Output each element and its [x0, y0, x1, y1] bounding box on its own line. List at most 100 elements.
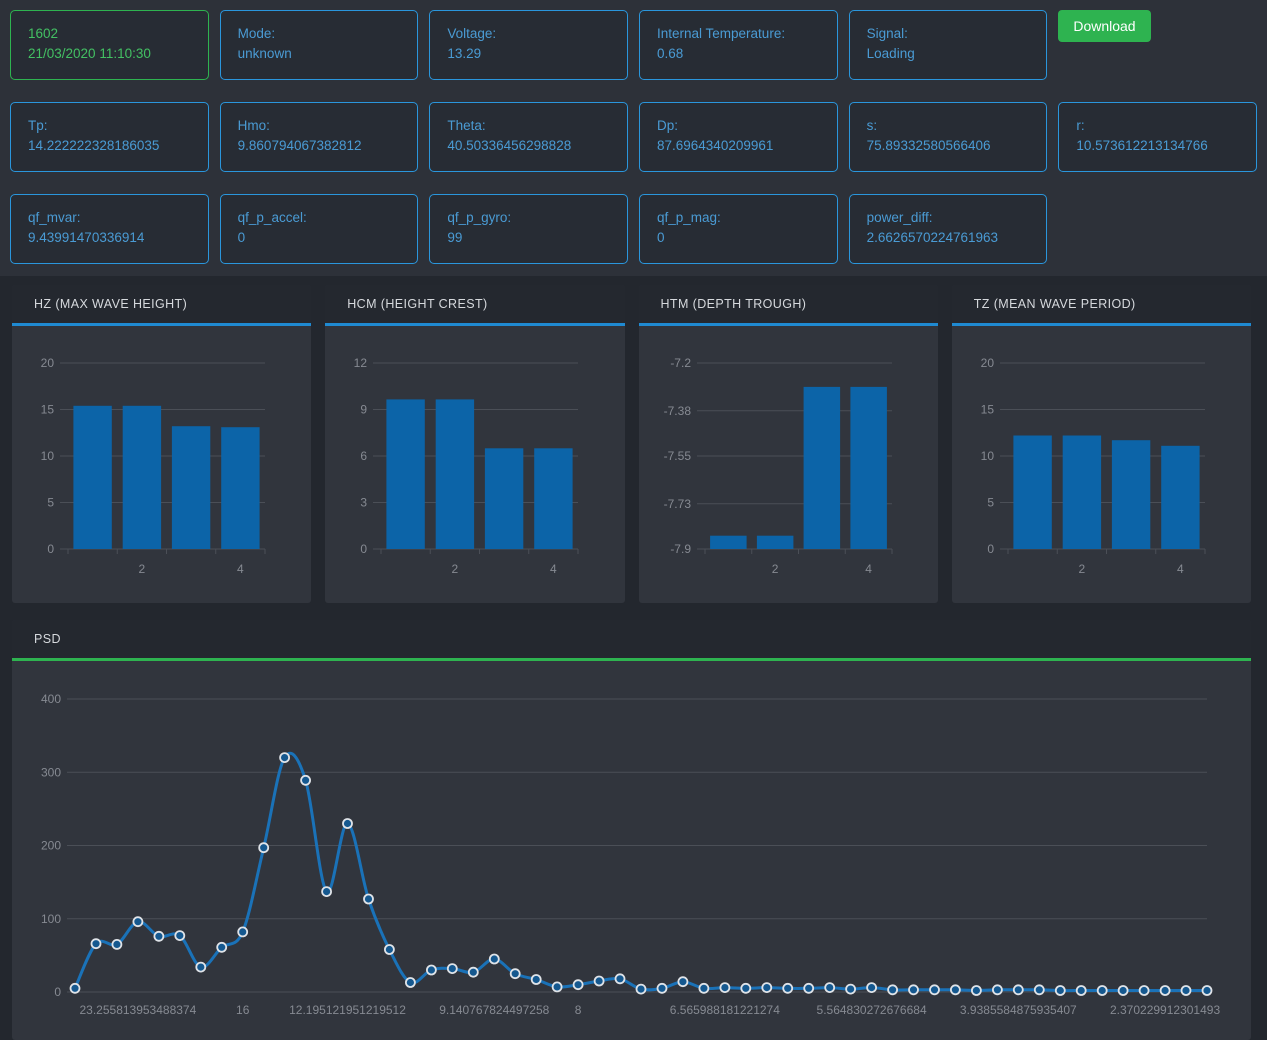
svg-text:2: 2: [771, 562, 778, 576]
svg-text:3: 3: [361, 496, 368, 510]
chart-hz-plot: 0 5 10 15 20 2 4: [12, 326, 311, 603]
svg-text:4: 4: [1177, 562, 1184, 576]
chart-tz-plot: 0 5 10 15 20 2 4: [952, 326, 1251, 603]
svg-text:-7.2: -7.2: [670, 356, 691, 370]
svg-text:10: 10: [41, 449, 55, 463]
metric-value: 2.6626570224761963: [867, 228, 1030, 248]
metric-card-r: r: 10.573612213134766: [1058, 102, 1257, 172]
svg-text:3.9385584875935407: 3.9385584875935407: [960, 1003, 1077, 1017]
svg-text:15: 15: [980, 403, 994, 417]
chart-title-hcm: HCM (HEIGHT CREST): [325, 285, 624, 326]
svg-text:9: 9: [361, 403, 368, 417]
metric-label: Voltage:: [447, 24, 610, 44]
chart-psd-plot: 010020030040023.2558139534883741612.1951…: [12, 661, 1251, 1040]
metric-label: qf_p_accel:: [238, 208, 401, 228]
metric-card-mode: Mode: unknown: [220, 10, 419, 80]
metric-label: s:: [867, 116, 1030, 136]
svg-text:4: 4: [865, 562, 872, 576]
station-timestamp: 21/03/2020 11:10:30: [28, 44, 191, 64]
metric-card-signal: Signal: Loading: [849, 10, 1048, 80]
chart-htm-plot: -7.9 -7.73 -7.55 -7.38 -7.2 2 4: [639, 326, 938, 603]
metric-value: 13.29: [447, 44, 610, 64]
svg-text:0: 0: [47, 542, 54, 556]
metric-card-theta: Theta: 40.50336456298828: [429, 102, 628, 172]
chart-card-psd: PSD 010020030040023.2558139534883741612.…: [12, 620, 1251, 1040]
svg-text:6: 6: [361, 449, 368, 463]
chart-title-psd: PSD: [12, 620, 1251, 661]
svg-text:5: 5: [987, 496, 994, 510]
station-id: 1602: [28, 24, 191, 44]
svg-text:12: 12: [354, 356, 368, 370]
metric-value: 87.6964340209961: [657, 136, 820, 156]
metrics-row-3: qf_mvar: 9.43991470336914 qf_p_accel: 0 …: [10, 194, 1257, 264]
metric-label: Dp:: [657, 116, 820, 136]
svg-text:300: 300: [41, 765, 61, 779]
svg-text:20: 20: [980, 356, 994, 370]
metrics-row-2: Tp: 14.222222328186035 Hmo: 9.8607940673…: [10, 102, 1257, 172]
bar-charts-row: HZ (MAX WAVE HEIGHT) 0510152024 HCM (HEI…: [12, 285, 1251, 603]
svg-text:-7.9: -7.9: [670, 542, 691, 556]
svg-text:16: 16: [236, 1003, 250, 1017]
chart-card-hcm: HCM (HEIGHT CREST) 0 3 6 9 12 2 4: [325, 285, 624, 603]
metric-card-voltage: Voltage: 13.29: [429, 10, 628, 80]
svg-text:15: 15: [41, 403, 55, 417]
chart-card-tz: TZ (MEAN WAVE PERIOD) 0510152024: [952, 285, 1251, 603]
chart-title-hz: HZ (MAX WAVE HEIGHT): [12, 285, 311, 326]
svg-text:0: 0: [54, 985, 61, 999]
metric-value: 99: [447, 228, 610, 248]
chart-title-htm: HTM (DEPTH TROUGH): [639, 285, 938, 326]
metric-card-s: s: 75.89332580566406: [849, 102, 1048, 172]
svg-text:100: 100: [41, 912, 61, 926]
metric-label: Tp:: [28, 116, 191, 136]
metric-value: 75.89332580566406: [867, 136, 1030, 156]
svg-text:0: 0: [361, 542, 368, 556]
metric-value: 0.68: [657, 44, 820, 64]
metric-card-power-diff: power_diff: 2.6626570224761963: [849, 194, 1048, 264]
chart-card-hz: HZ (MAX WAVE HEIGHT) 0 5 10 15 20 2 4: [12, 285, 311, 603]
download-button[interactable]: Download: [1058, 10, 1150, 42]
svg-text:20: 20: [41, 356, 55, 370]
svg-text:23.255813953488374: 23.255813953488374: [79, 1003, 196, 1017]
metric-label: Hmo:: [238, 116, 401, 136]
svg-text:4: 4: [550, 562, 557, 576]
svg-text:6.565988181221274: 6.565988181221274: [670, 1003, 780, 1017]
metric-card-qf-mvar: qf_mvar: 9.43991470336914: [10, 194, 209, 264]
metric-value: 9.43991470336914: [28, 228, 191, 248]
metric-card-qf-p-gyro: qf_p_gyro: 99: [429, 194, 628, 264]
svg-text:4: 4: [237, 562, 244, 576]
empty-cell: [1058, 194, 1257, 264]
metrics-panel: 1602 21/03/2020 11:10:30 Mode: unknown V…: [0, 0, 1267, 276]
metric-label: Signal:: [867, 24, 1030, 44]
svg-text:8: 8: [575, 1003, 582, 1017]
svg-text:2: 2: [1078, 562, 1085, 576]
metric-label: power_diff:: [867, 208, 1030, 228]
download-cell: Download: [1058, 10, 1257, 80]
metric-value: unknown: [238, 44, 401, 64]
metric-card-dp: Dp: 87.6964340209961: [639, 102, 838, 172]
station-card: 1602 21/03/2020 11:10:30: [10, 10, 209, 80]
metric-card-internal-temperature: Internal Temperature: 0.68: [639, 10, 838, 80]
metric-value: 0: [657, 228, 820, 248]
metric-label: qf_p_mag:: [657, 208, 820, 228]
metric-label: r:: [1076, 116, 1239, 136]
svg-text:5: 5: [47, 496, 54, 510]
svg-text:9.140767824497258: 9.140767824497258: [439, 1003, 549, 1017]
svg-text:-7.55: -7.55: [663, 449, 691, 463]
metric-card-qf-p-accel: qf_p_accel: 0: [220, 194, 419, 264]
metric-value: Loading: [867, 44, 1030, 64]
svg-text:10: 10: [980, 449, 994, 463]
svg-text:2: 2: [452, 562, 459, 576]
chart-card-htm: HTM (DEPTH TROUGH) -7.9-7.73-7.55-7.38-7…: [639, 285, 938, 603]
metric-card-qf-p-mag: qf_p_mag: 0: [639, 194, 838, 264]
svg-text:5.564830272676684: 5.564830272676684: [817, 1003, 927, 1017]
chart-hcm-plot: 0 3 6 9 12 2 4: [325, 326, 624, 603]
svg-text:200: 200: [41, 839, 61, 853]
svg-text:-7.38: -7.38: [663, 404, 691, 418]
svg-text:2: 2: [139, 562, 146, 576]
metric-value: 0: [238, 228, 401, 248]
svg-text:-7.73: -7.73: [663, 497, 691, 511]
metric-value: 10.573612213134766: [1076, 136, 1239, 156]
metric-label: qf_mvar:: [28, 208, 191, 228]
svg-text:0: 0: [987, 542, 994, 556]
svg-text:12.195121951219512: 12.195121951219512: [289, 1003, 406, 1017]
